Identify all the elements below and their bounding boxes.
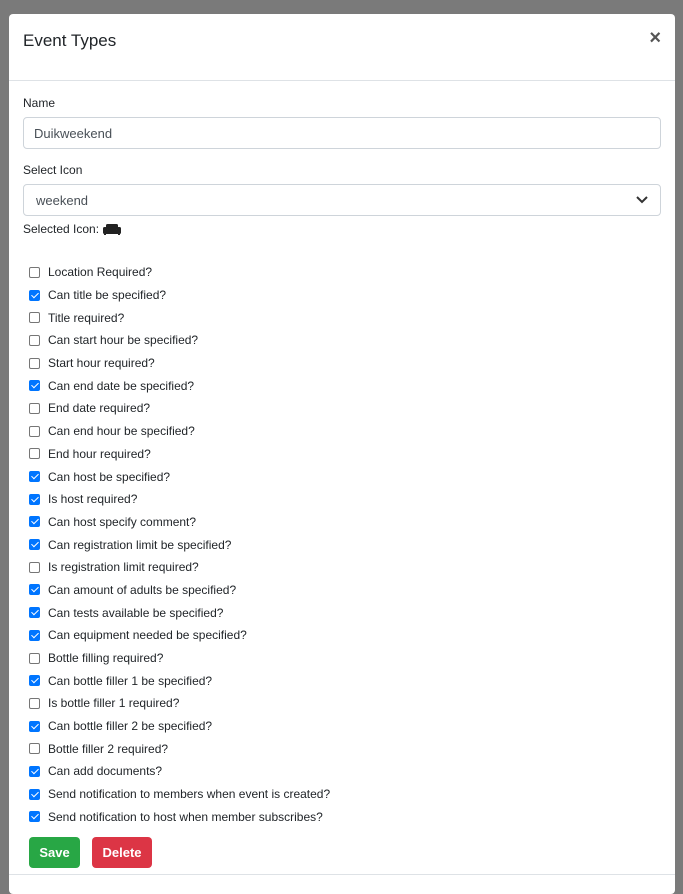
option-checkbox[interactable] bbox=[29, 629, 40, 641]
option-checkbox[interactable] bbox=[29, 539, 40, 551]
option-label: Can tests available be specified? bbox=[48, 605, 224, 620]
option-row[interactable]: Can end hour be specified? bbox=[28, 420, 330, 443]
option-checkbox[interactable] bbox=[29, 471, 40, 483]
option-label: Can add documents? bbox=[48, 764, 163, 779]
option-row[interactable]: Location Required? bbox=[28, 261, 330, 284]
option-checkbox[interactable] bbox=[29, 652, 40, 664]
option-row[interactable]: Bottle filling required? bbox=[28, 647, 330, 670]
option-row[interactable]: Send notification to members when event … bbox=[28, 783, 330, 806]
option-checkbox[interactable] bbox=[29, 312, 40, 324]
option-label: Is host required? bbox=[48, 492, 138, 507]
modal-header: Event Types × bbox=[9, 14, 675, 81]
option-label: Can bottle filler 2 be specified? bbox=[48, 719, 213, 734]
option-label: Can end date be specified? bbox=[48, 378, 195, 393]
option-row[interactable]: Can start hour be specified? bbox=[28, 329, 330, 352]
option-label: End date required? bbox=[48, 401, 151, 416]
close-button[interactable]: × bbox=[649, 28, 661, 48]
option-checkbox[interactable] bbox=[29, 402, 40, 414]
option-row[interactable]: Is bottle filler 1 required? bbox=[28, 692, 330, 715]
option-checkbox[interactable] bbox=[29, 584, 40, 596]
option-checkbox[interactable] bbox=[29, 561, 40, 573]
event-types-modal: Event Types × Name Select Icon weekend S… bbox=[9, 14, 675, 894]
option-label: Start hour required? bbox=[48, 356, 155, 371]
chevron-down-icon bbox=[636, 193, 648, 207]
option-checkbox[interactable] bbox=[29, 493, 40, 505]
option-checkbox[interactable] bbox=[29, 289, 40, 301]
save-button[interactable]: Save bbox=[29, 837, 80, 868]
option-label: Location Required? bbox=[48, 265, 153, 280]
selected-icon-row: Selected Icon: bbox=[23, 222, 122, 236]
option-label: Can start hour be specified? bbox=[48, 333, 199, 348]
option-row[interactable]: Can tests available be specified? bbox=[28, 601, 330, 624]
option-row[interactable]: Can host specify comment? bbox=[28, 511, 330, 534]
option-row[interactable]: Send notification to host when member su… bbox=[28, 806, 330, 829]
modal-footer-divider bbox=[9, 874, 675, 875]
option-row[interactable]: Start hour required? bbox=[28, 352, 330, 375]
option-label: Send notification to members when event … bbox=[48, 787, 331, 802]
option-row[interactable]: Can amount of adults be specified? bbox=[28, 579, 330, 602]
option-checkbox[interactable] bbox=[29, 811, 40, 823]
option-label: Title required? bbox=[48, 310, 125, 325]
option-row[interactable]: Can bottle filler 2 be specified? bbox=[28, 715, 330, 738]
option-checkbox[interactable] bbox=[29, 357, 40, 369]
option-checkbox[interactable] bbox=[29, 743, 40, 755]
option-row[interactable]: Is host required? bbox=[28, 488, 330, 511]
name-label: Name bbox=[23, 96, 56, 110]
icon-select[interactable]: weekend bbox=[23, 184, 661, 216]
option-checkbox[interactable] bbox=[29, 697, 40, 709]
option-checkbox[interactable] bbox=[29, 675, 40, 687]
option-label: Is bottle filler 1 required? bbox=[48, 696, 180, 711]
action-buttons: Save Delete bbox=[29, 837, 152, 868]
option-row[interactable]: Is registration limit required? bbox=[28, 556, 330, 579]
option-checkbox[interactable] bbox=[29, 380, 40, 392]
option-row[interactable]: Title required? bbox=[28, 306, 330, 329]
selected-icon-label: Selected Icon: bbox=[23, 222, 100, 236]
option-checkbox[interactable] bbox=[29, 788, 40, 800]
option-row[interactable]: End date required? bbox=[28, 397, 330, 420]
option-row[interactable]: Can add documents? bbox=[28, 760, 330, 783]
option-row[interactable]: Can registration limit be specified? bbox=[28, 533, 330, 556]
option-label: Can bottle filler 1 be specified? bbox=[48, 673, 213, 688]
option-label: Is registration limit required? bbox=[48, 560, 199, 575]
option-checkbox[interactable] bbox=[29, 425, 40, 437]
delete-button[interactable]: Delete bbox=[92, 837, 152, 868]
select-icon-label: Select Icon bbox=[23, 163, 83, 177]
option-checkbox[interactable] bbox=[29, 720, 40, 732]
option-row[interactable]: Can bottle filler 1 be specified? bbox=[28, 669, 330, 692]
option-row[interactable]: Can title be specified? bbox=[28, 284, 330, 307]
option-checkbox[interactable] bbox=[29, 516, 40, 528]
option-checkbox[interactable] bbox=[29, 334, 40, 346]
name-input[interactable] bbox=[23, 117, 661, 149]
option-checkbox[interactable] bbox=[29, 607, 40, 619]
modal-title: Event Types bbox=[23, 31, 117, 50]
option-label: Can host be specified? bbox=[48, 469, 171, 484]
option-label: Can host specify comment? bbox=[48, 514, 197, 529]
option-row[interactable]: Can equipment needed be specified? bbox=[28, 624, 330, 647]
option-label: Send notification to host when member su… bbox=[48, 809, 323, 824]
option-checkbox[interactable] bbox=[29, 448, 40, 460]
option-checkbox[interactable] bbox=[29, 266, 40, 278]
option-checkbox[interactable] bbox=[29, 765, 40, 777]
weekend-sofa-icon bbox=[103, 223, 122, 235]
option-row[interactable]: Can end date be specified? bbox=[28, 374, 330, 397]
option-label: Can equipment needed be specified? bbox=[48, 628, 247, 643]
option-label: Can title be specified? bbox=[48, 288, 167, 303]
options-list: Location Required? Can title be specified… bbox=[28, 261, 330, 828]
option-label: End hour required? bbox=[48, 446, 151, 461]
option-label: Can end hour be specified? bbox=[48, 424, 195, 439]
option-label: Bottle filler 2 required? bbox=[48, 741, 169, 756]
option-row[interactable]: End hour required? bbox=[28, 443, 330, 466]
option-row[interactable]: Bottle filler 2 required? bbox=[28, 737, 330, 760]
option-label: Can registration limit be specified? bbox=[48, 537, 232, 552]
option-label: Can amount of adults be specified? bbox=[48, 582, 237, 597]
option-label: Bottle filling required? bbox=[48, 651, 164, 666]
option-row[interactable]: Can host be specified? bbox=[28, 465, 330, 488]
icon-select-value: weekend bbox=[36, 192, 89, 208]
